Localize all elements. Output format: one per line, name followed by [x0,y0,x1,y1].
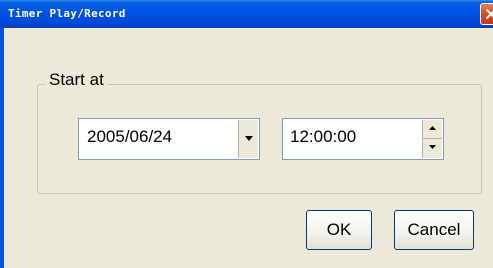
time-spin-up-button[interactable] [422,120,442,139]
date-dropdown-button[interactable] [238,120,258,158]
timer-dialog: Timer Play/Record Start at 2005/06/24 12… [0,0,493,268]
window-title: Timer Play/Record [8,7,126,20]
close-icon [485,8,493,20]
date-picker[interactable]: 2005/06/24 [78,118,260,160]
arrow-down-icon [429,145,436,149]
time-spin-down-button[interactable] [422,139,442,158]
date-value[interactable]: 2005/06/24 [87,127,172,147]
close-button[interactable] [480,3,493,25]
window-frame-left [0,28,4,268]
title-bar[interactable]: Timer Play/Record [0,0,493,28]
cancel-button[interactable]: Cancel [394,210,474,250]
time-value[interactable]: 12:00:00 [290,127,356,147]
ok-button[interactable]: OK [306,210,372,250]
chevron-down-icon [245,136,253,141]
time-picker[interactable]: 12:00:00 [282,118,444,160]
arrow-up-icon [429,126,436,130]
group-label: Start at [45,70,108,90]
